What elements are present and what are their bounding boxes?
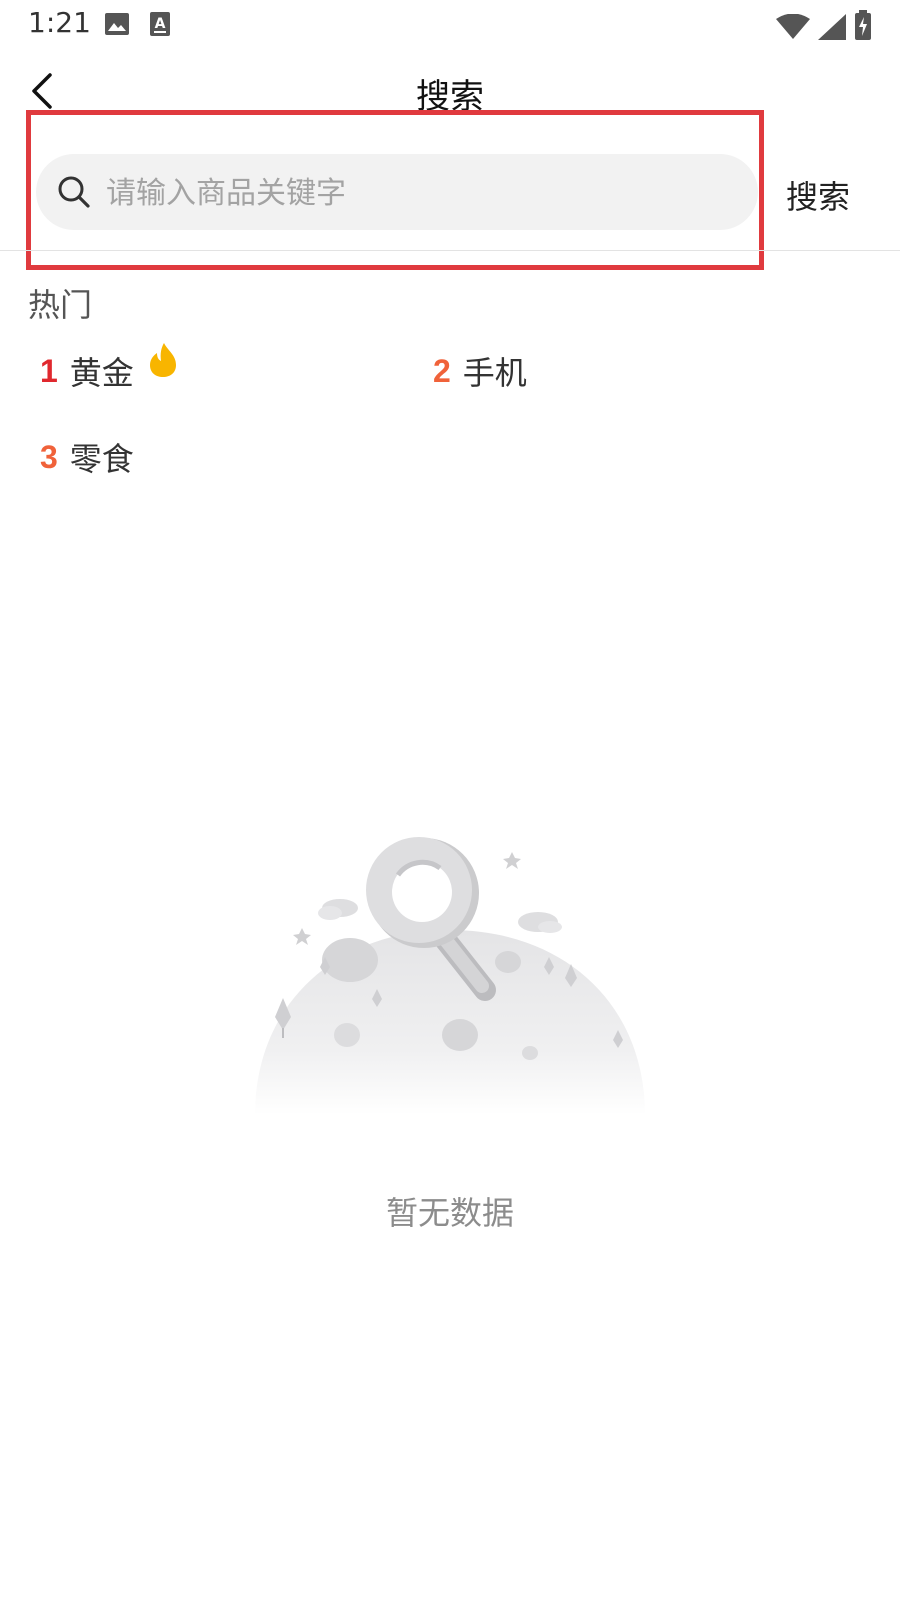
fire-icon: [148, 342, 178, 382]
cellular-signal-icon: [818, 14, 846, 44]
hot-rank: 3: [40, 438, 58, 475]
a-notification-icon: A: [150, 12, 170, 40]
svg-text:A: A: [155, 16, 166, 32]
hot-rank: 2: [433, 352, 451, 389]
hot-item-1[interactable]: 1 黄金: [40, 343, 178, 394]
divider: [0, 250, 900, 251]
hot-item-3[interactable]: 3 零食: [40, 434, 134, 480]
search-input[interactable]: [104, 154, 728, 232]
search-bar: 搜索: [0, 140, 900, 250]
hot-label: 手机: [462, 354, 527, 392]
hot-item-2[interactable]: 2 手机: [433, 348, 527, 394]
empty-state-illustration: [250, 830, 650, 1120]
hot-label: 黄金: [69, 354, 134, 392]
status-right-icons: [776, 10, 872, 44]
page-title: 搜索: [416, 77, 484, 117]
search-icon: [58, 176, 90, 208]
empty-state-text: 暂无数据: [385, 1194, 514, 1232]
wifi-icon: [776, 13, 810, 44]
search-button[interactable]: 搜索: [786, 172, 850, 218]
status-time: 1:21: [28, 6, 91, 39]
image-icon: [104, 12, 130, 40]
battery-charging-icon: [854, 10, 872, 44]
status-bar: 1:21 A: [0, 0, 900, 50]
search-box[interactable]: [36, 154, 758, 232]
hot-section-title: 热门: [28, 286, 93, 324]
hot-label: 零食: [69, 440, 134, 478]
hot-rank: 1: [40, 352, 58, 389]
nav-bar: 搜索: [0, 55, 900, 125]
